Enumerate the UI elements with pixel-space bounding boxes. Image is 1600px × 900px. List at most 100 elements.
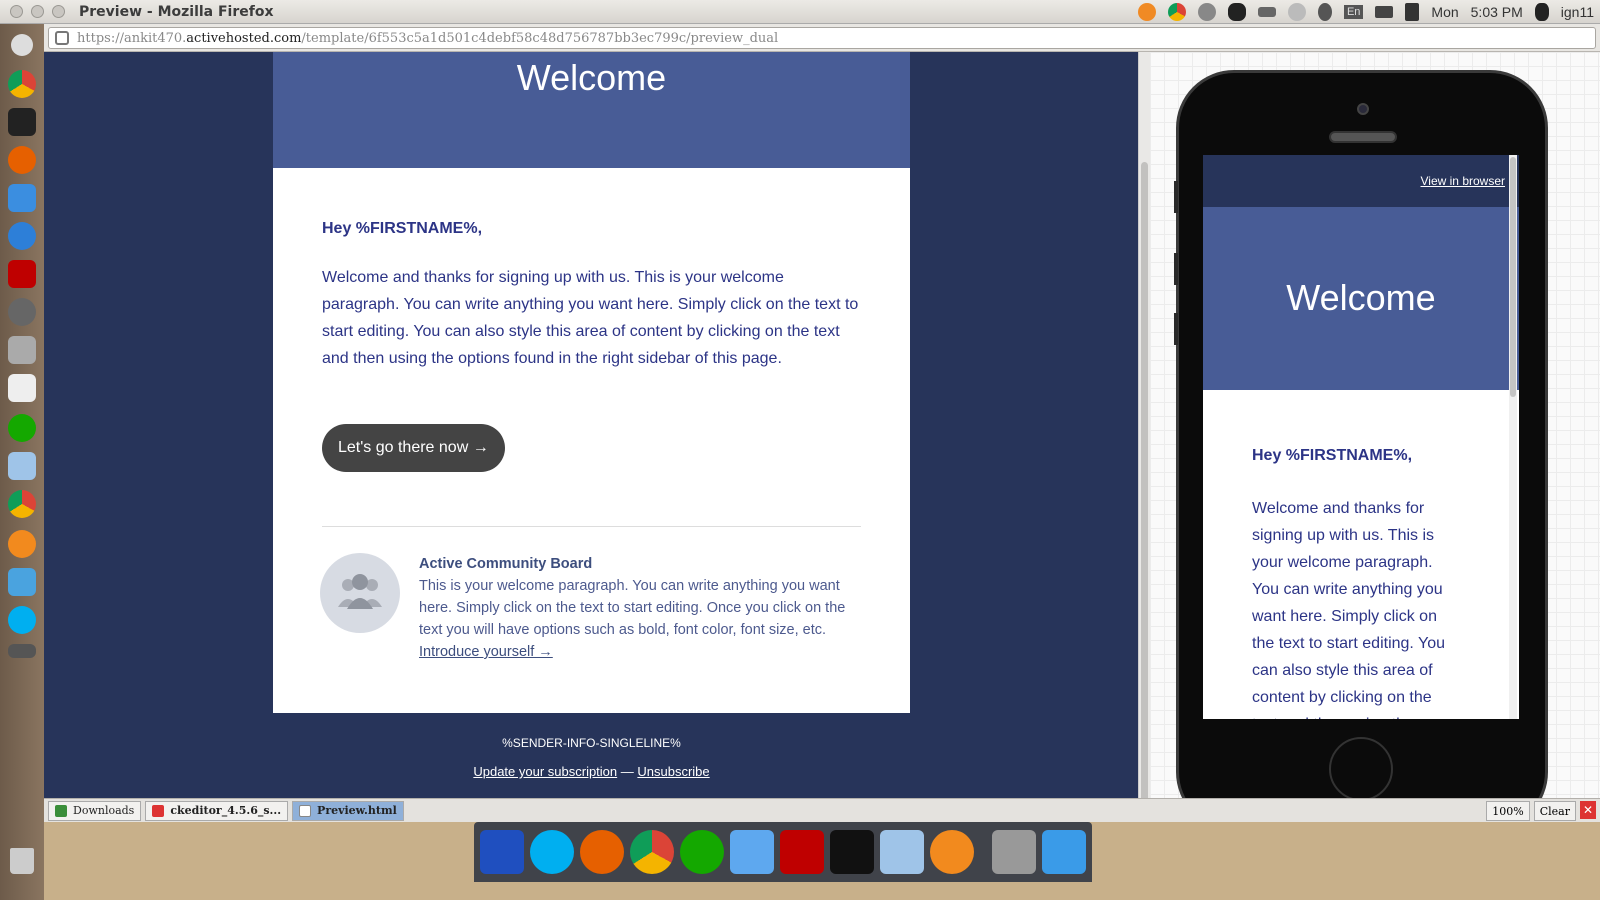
cta-button[interactable]: Let's go there now → [322,424,505,472]
community-avatar [320,553,400,633]
divider [322,526,861,527]
desktop-preview: Welcome Hey %FIRSTNAME%, Welcome and tha… [44,52,1138,798]
window-maximize-button[interactable] [52,5,65,18]
preview-scrollbar-thumb[interactable] [1141,162,1148,802]
downloads-button[interactable]: Downloads [48,800,142,821]
url-domain: activehosted.com [186,30,302,46]
trash-icon[interactable] [10,848,34,874]
mobile-scrollbar-thumb[interactable] [1510,157,1516,397]
email-greeting: Hey %FIRSTNAME%, [322,220,483,237]
close-downloads-icon[interactable]: ✕ [1580,801,1596,819]
close-x-icon [152,804,165,817]
mail-icon[interactable] [1375,6,1394,18]
phone-frame: View in browser Welcome Hey %FIRSTNAME%,… [1174,70,1548,798]
text-editor-icon[interactable] [8,374,36,402]
settings-icon[interactable] [8,298,36,326]
files-icon[interactable] [8,568,36,596]
phone-side-button [1174,181,1178,213]
upwork-icon[interactable] [680,830,724,874]
window-minimize-button[interactable] [31,5,44,18]
lock-icon[interactable] [55,31,69,45]
finder-icon[interactable] [730,830,774,874]
session-icon[interactable] [1534,3,1549,21]
downloads-label: Downloads [73,804,135,817]
unsubscribe-link[interactable]: Unsubscribe [637,764,709,779]
email-template: Welcome Hey %FIRSTNAME%, Welcome and tha… [273,52,910,713]
mobile-paragraph: Welcome and thanks for signing up with u… [1252,500,1446,719]
phone-speaker [1329,131,1397,143]
dock [474,822,1092,882]
notify-tray-icon[interactable] [1197,3,1216,21]
volume-icon[interactable] [1405,3,1420,21]
email-header-title: Welcome [516,57,667,98]
skype-icon[interactable] [530,830,574,874]
chrome-icon[interactable] [8,70,36,98]
zoom-level[interactable]: 100% [1486,801,1530,821]
firefox-icon[interactable] [580,830,624,874]
phone-camera [1357,103,1369,115]
mobile-scrollbar[interactable] [1509,155,1517,719]
mobile-greeting: Hey %FIRSTNAME%, [1252,447,1413,464]
clock-day[interactable]: Mon [1431,4,1458,20]
filezilla-icon[interactable] [780,830,824,874]
mobile-preview-pane: View in browser Welcome Hey %FIRSTNAME%,… [1150,52,1600,798]
clock-time[interactable]: 5:03 PM [1471,4,1523,20]
filezilla-icon[interactable] [8,260,36,288]
download-item-ckeditor[interactable]: ckeditor_4.5.6_s... [145,800,289,821]
skype-icon[interactable] [8,606,36,634]
workspace-switcher-icon[interactable] [480,830,524,874]
desktop-icon[interactable] [1042,830,1086,874]
battery-icon[interactable] [1257,7,1276,17]
url-prefix: https://ankit470. [77,30,187,46]
phone-side-button [1174,313,1178,345]
apple-tray-icon[interactable] [1227,3,1246,21]
footer-separator: — [617,764,638,779]
chrome-icon[interactable] [630,830,674,874]
window-title: Preview - Mozilla Firefox [79,3,274,20]
introduce-yourself-link[interactable]: Introduce yourself → [419,644,553,660]
search-icon[interactable] [1287,3,1306,21]
community-text: This is your welcome paragraph. You can … [419,578,846,638]
mobile-header-title: Welcome [1286,277,1436,318]
system-tray: En Mon 5:03 PM ign11 [1137,0,1594,24]
download-item-preview[interactable]: Preview.html [292,800,404,821]
terminal-icon[interactable] [830,830,874,874]
workspace-icon[interactable] [8,644,36,658]
disk-icon[interactable] [8,336,36,364]
clear-button[interactable]: Clear [1533,801,1576,821]
terminal-icon[interactable] [8,108,36,136]
email-paragraph: Welcome and thanks for signing up with u… [322,269,859,367]
html-file-icon [299,804,312,817]
chrome-alt-icon[interactable] [8,490,36,518]
keyboard-layout-indicator[interactable]: En [1343,5,1364,19]
url-path: /template/6f553c5a1d501c4debf58c48d75678… [301,30,779,46]
preview-scrollbar[interactable] [1138,52,1150,802]
phone-home-button [1329,737,1393,798]
email-header: Welcome [273,52,910,168]
firefox-icon[interactable] [8,146,36,174]
group-icon [338,574,382,609]
disk-utility-icon[interactable] [992,830,1036,874]
update-subscription-link[interactable]: Update your subscription [473,764,617,779]
virtualbox-icon[interactable] [8,452,36,480]
app-store-icon[interactable] [8,222,36,250]
user-name[interactable]: ign11 [1561,4,1594,20]
chrome-tray-icon[interactable] [1167,3,1186,21]
virtualbox-icon[interactable] [880,830,924,874]
view-in-browser-link[interactable]: View in browser [1421,174,1505,188]
window-titlebar: Preview - Mozilla Firefox En Mon 5:03 PM… [0,0,1600,24]
download-item-label: Preview.html [317,804,397,817]
xampp-icon[interactable] [930,830,974,874]
upwork-icon[interactable] [8,414,36,442]
network-icon[interactable] [1317,3,1332,21]
dash-icon[interactable] [11,34,33,56]
launcher-sidebar [0,24,44,900]
finder-icon[interactable] [8,184,36,212]
url-field[interactable]: https://ankit470. activehosted.com/templa… [48,27,1596,49]
downloads-icon [55,804,67,817]
navigation-toolbar: https://ankit470. activehosted.com/templa… [44,24,1600,52]
community-block: Active Community Board This is your welc… [320,553,861,663]
firefox-tray-icon[interactable] [1137,3,1156,21]
window-close-button[interactable] [10,5,23,18]
xampp-icon[interactable] [8,530,36,558]
